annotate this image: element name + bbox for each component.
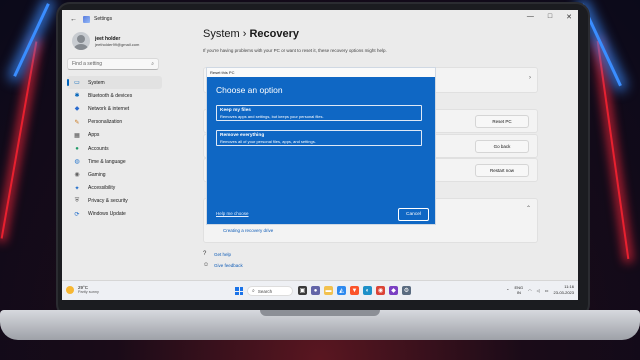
- reset-pc-dialog: Reset this PC Choose an option Keep my f…: [206, 67, 436, 225]
- weather-condition: Partly sunny: [78, 290, 99, 294]
- taskbar-apps: ▣ ● ▬ ◭ ▼ ◐ ◉ ◆ ⚙: [298, 286, 411, 295]
- settings-window: ← Settings — □ ✕ jeet holder jeetholder9…: [62, 10, 578, 300]
- system-tray: ⌃ ENG IN ◠ ◁ ▭ 11:16 23-03-2023: [506, 284, 574, 296]
- volume-icon[interactable]: ◁: [537, 288, 540, 293]
- taskbar-search[interactable]: ⌕ Search: [247, 286, 293, 296]
- option-description: Removes apps and settings, but keeps you…: [220, 114, 324, 119]
- edge-icon[interactable]: ◐: [363, 286, 372, 295]
- task-view-icon[interactable]: ▣: [298, 286, 307, 295]
- wifi-icon[interactable]: ◠: [528, 288, 532, 293]
- sun-icon: [66, 285, 74, 294]
- option-title: Keep my files: [220, 108, 251, 113]
- file-explorer-icon[interactable]: ▬: [324, 286, 333, 295]
- app-icon[interactable]: ◆: [389, 286, 398, 295]
- battery-icon[interactable]: ▭: [545, 288, 549, 293]
- help-me-choose-link[interactable]: Help me choose: [216, 211, 249, 216]
- language-region: IN: [516, 290, 521, 295]
- weather-widget[interactable]: 29°C Partly sunny: [66, 285, 99, 294]
- brave-icon[interactable]: ▼: [350, 286, 359, 295]
- settings-gear-icon[interactable]: ⚙: [402, 286, 411, 295]
- date-text: 23-03-2023: [553, 290, 574, 295]
- taskbar: 29°C Partly sunny ⌕ Search ▣ ● ▬ ◭ ▼ ◐ ◉…: [62, 280, 578, 300]
- photos-icon[interactable]: ◭: [337, 286, 346, 295]
- option-description: Removes all of your personal files, apps…: [220, 139, 316, 144]
- dialog-heading: Choose an option: [216, 85, 283, 95]
- option-title: Remove everything: [220, 133, 265, 138]
- start-button[interactable]: [235, 287, 243, 295]
- dialog-title-bar: Reset this PC: [207, 68, 435, 77]
- search-icon: ⌕: [252, 288, 255, 294]
- chevron-up-icon[interactable]: ⌃: [506, 288, 509, 293]
- laptop-notch: [260, 310, 380, 316]
- neon-light-left: [0, 41, 38, 239]
- taskbar-search-label: Search: [257, 288, 273, 294]
- language-indicator[interactable]: ENG IN: [515, 285, 524, 295]
- remove-everything-option[interactable]: Remove everything Removes all of your pe…: [216, 130, 422, 146]
- clock[interactable]: 11:16 23-03-2023: [554, 284, 574, 296]
- chrome-icon[interactable]: ◉: [376, 286, 385, 295]
- cancel-button[interactable]: Cancel: [398, 208, 429, 221]
- keep-my-files-option[interactable]: Keep my files Removes apps and settings,…: [216, 105, 422, 121]
- chat-icon[interactable]: ●: [311, 286, 320, 295]
